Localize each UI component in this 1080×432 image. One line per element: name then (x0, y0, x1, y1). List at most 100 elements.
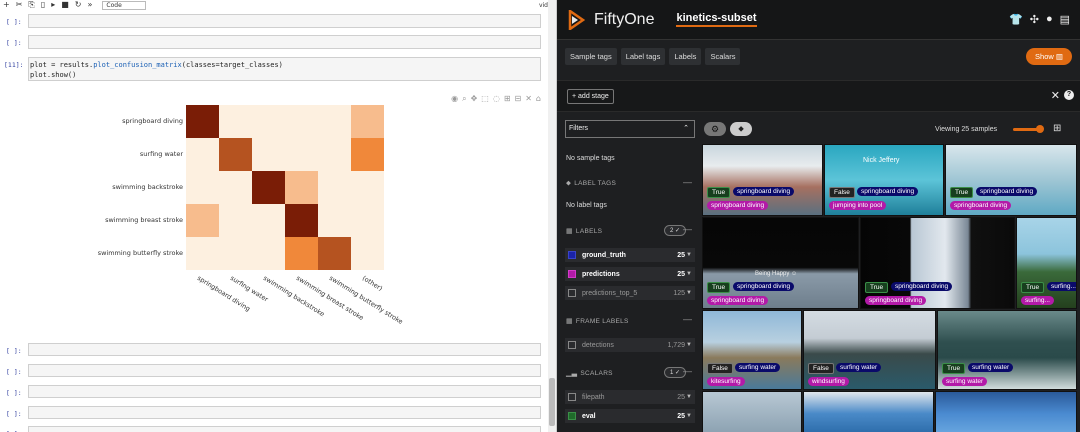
empty-cell[interactable]: [ ]: (0, 385, 545, 398)
show-button[interactable]: Show ▥ (1026, 48, 1072, 65)
heatmap-cell[interactable] (351, 105, 384, 138)
empty-cell[interactable]: [ ]: (0, 343, 545, 356)
heatmap-cell[interactable] (252, 105, 285, 138)
sample-tile[interactable]: True springboard diving springboard divi… (945, 144, 1077, 216)
label-row-ground-truth[interactable]: ground_truth 25 ▼ (565, 248, 695, 262)
heatmap-cell[interactable] (186, 171, 219, 204)
zoom-icon[interactable]: ⌕ (462, 94, 466, 104)
cell-input[interactable] (28, 14, 541, 28)
filters-dropdown[interactable]: Filters ⌃ (565, 120, 695, 138)
heatmap-cell[interactable] (219, 105, 252, 138)
heatmap-cell[interactable] (285, 204, 318, 237)
sample-tile[interactable]: False surfing water windsurfing (803, 310, 936, 390)
chevron-down-icon[interactable]: ▼ (686, 271, 692, 277)
heatmap-cell[interactable] (219, 204, 252, 237)
github-icon[interactable]: ● (1046, 13, 1053, 26)
heatmap-cell[interactable] (252, 204, 285, 237)
box-select-icon[interactable]: ⬚ (481, 94, 489, 104)
heatmap-cell[interactable] (318, 138, 351, 171)
cell-input[interactable] (28, 426, 541, 432)
empty-cell[interactable]: [ ]: (0, 426, 545, 432)
gear-icon[interactable]: ⚙ (704, 122, 726, 136)
cell-input[interactable] (28, 35, 541, 49)
filepath-checkbox[interactable] (568, 393, 576, 401)
heatmap-cell[interactable] (219, 138, 252, 171)
pan-icon[interactable]: ✥ (471, 94, 478, 104)
dataset-selector[interactable]: kinetics-subset (676, 12, 757, 27)
close-icon[interactable]: ✕ (1051, 89, 1060, 102)
cell-input[interactable] (28, 364, 541, 377)
sample-tile[interactable]: True surfing water surfing water (937, 310, 1077, 390)
slack-icon[interactable]: ✣ (1030, 13, 1039, 26)
heatmap-cell[interactable] (252, 237, 285, 270)
heatmap-cell[interactable] (285, 138, 318, 171)
add-cell-icon[interactable]: + (3, 0, 10, 10)
stop-icon[interactable]: ■ (61, 0, 69, 10)
zoom-in-icon[interactable]: ⊞ (504, 94, 511, 104)
heatmap-cell[interactable] (318, 171, 351, 204)
camera-icon[interactable]: ◉ (451, 94, 458, 104)
sample-tile[interactable]: False surfing water kitesurfing (702, 310, 802, 390)
heatmap-cell[interactable] (351, 171, 384, 204)
sample-tile[interactable]: True springboard diving springboard divi… (702, 144, 823, 216)
help-icon[interactable]: ? (1064, 90, 1074, 100)
heatmap-cell[interactable] (186, 204, 219, 237)
sample-tile[interactable]: Nick Jeffery False springboard diving ju… (824, 144, 944, 216)
predictions-checkbox[interactable] (568, 270, 576, 278)
copy-icon[interactable]: ⎘ (28, 0, 34, 10)
scrollbar-thumb[interactable] (549, 378, 555, 426)
cell-input[interactable] (28, 385, 541, 398)
sample-tile[interactable]: True surfing... surfing... (1016, 217, 1077, 309)
scalar-row-eval[interactable]: eval 25 ▼ (565, 409, 695, 423)
zoom-slider[interactable] (1013, 125, 1044, 133)
autoscale-icon[interactable]: ✕ (525, 94, 532, 104)
heatmap-cell[interactable] (285, 171, 318, 204)
empty-cell[interactable]: [ ]: (0, 14, 545, 28)
chevron-down-icon[interactable]: ▼ (686, 290, 692, 296)
run-icon[interactable]: ▸ (51, 0, 55, 10)
zoom-out-icon[interactable]: ⊟ (515, 94, 522, 104)
cell-type-select[interactable]: Code (102, 0, 147, 10)
tab-sample-tags[interactable]: Sample tags (565, 48, 617, 65)
predictions-top-5-checkbox[interactable] (568, 289, 576, 297)
sample-tile[interactable] (702, 391, 802, 432)
heatmap-cell[interactable] (351, 204, 384, 237)
tag-icon[interactable]: ⬥ (730, 122, 752, 136)
heatmap-cell[interactable] (186, 237, 219, 270)
tab-label-tags[interactable]: Label tags (620, 48, 666, 65)
ground-truth-checkbox[interactable] (568, 251, 576, 259)
scalar-row-filepath[interactable]: filepath 25 ▼ (565, 390, 695, 404)
cell-input[interactable] (28, 343, 541, 356)
heatmap-cell[interactable] (186, 138, 219, 171)
restart-icon[interactable]: ↻ (75, 0, 82, 10)
shirt-icon[interactable]: 👕 (1009, 13, 1023, 26)
heatmap-cell[interactable] (186, 105, 219, 138)
notebook-scrollbar[interactable] (548, 0, 556, 432)
heatmap-cell[interactable] (219, 171, 252, 204)
chevron-down-icon[interactable]: ▼ (686, 394, 692, 400)
heatmap-cell[interactable] (219, 237, 252, 270)
heatmap-cell[interactable] (351, 237, 384, 270)
cut-icon[interactable]: ✂ (16, 0, 23, 10)
heatmap-cell[interactable] (318, 204, 351, 237)
chevron-down-icon[interactable]: ▼ (686, 252, 692, 258)
heatmap-cell[interactable] (285, 237, 318, 270)
empty-cell[interactable]: [ ]: (0, 406, 545, 419)
collapse-label-tags-icon[interactable]: — (683, 177, 692, 187)
grid-icon[interactable]: ⊞ (1053, 123, 1061, 134)
collapse-frame-labels-icon[interactable]: — (683, 314, 692, 324)
eval-checkbox[interactable] (568, 412, 576, 420)
paste-icon[interactable]: ▯ (41, 0, 45, 10)
collapse-scalars-icon[interactable]: — (683, 366, 692, 376)
chevron-down-icon[interactable]: ▼ (686, 413, 692, 419)
frame-label-row-detections[interactable]: detections 1,729 ▼ (565, 338, 695, 352)
code-cell[interactable]: [11]: plot = results.plot_confusion_matr… (0, 57, 545, 81)
tab-scalars[interactable]: Scalars (705, 48, 741, 65)
add-stage-button[interactable]: + add stage (567, 89, 614, 104)
heatmap-cell[interactable] (318, 105, 351, 138)
sample-tile[interactable]: True springboard diving springboard divi… (860, 217, 1015, 309)
sample-tile[interactable]: Being Happy ☺ True springboard diving sp… (702, 217, 859, 309)
fast-forward-icon[interactable]: » (88, 0, 93, 10)
home-icon[interactable]: ⌂ (536, 94, 541, 104)
empty-cell[interactable]: [ ]: (0, 364, 545, 377)
